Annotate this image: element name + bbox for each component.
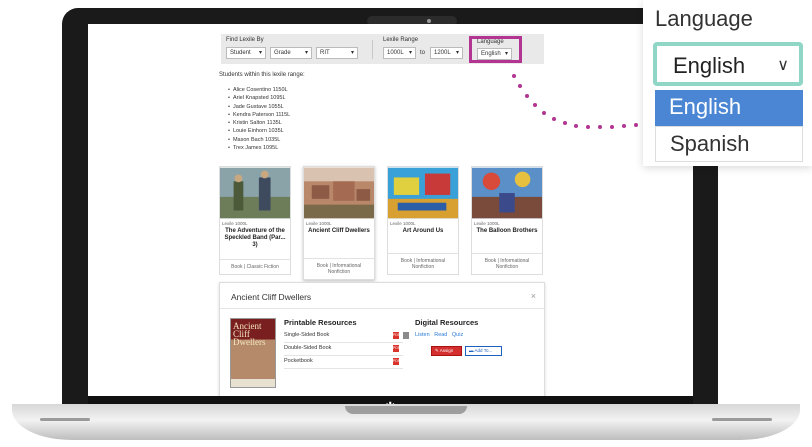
app-screen: Find Lexile By Student ▾ Grade ▾ RIT ▾ Lexi… — [88, 24, 693, 396]
lexile-level: Lexile 1000L — [306, 221, 332, 226]
book-detail-panel: Ancient Cliff Dwellers × Ancient Cliff D… — [219, 282, 545, 396]
book-cover-image — [388, 167, 458, 219]
book-title: The Balloon Brothers — [476, 228, 538, 234]
list-item: Ariel Knapsted 1095L — [228, 94, 290, 102]
read-link[interactable]: Read — [434, 332, 447, 338]
printable-pocketbook[interactable]: Pocketbook PDF — [284, 357, 403, 369]
book-type: Book | Informational Nonfiction — [472, 253, 542, 274]
book-title: The Adventure of the Speckled Band (Par.… — [224, 228, 286, 248]
chevron-down-icon: ▾ — [350, 50, 354, 56]
detail-title: Ancient Cliff Dwellers — [231, 292, 312, 302]
book-cover-image — [304, 167, 374, 219]
assign-button[interactable]: ✎ Assign — [431, 346, 462, 356]
book-card-selected[interactable]: Lexile 1000L Ancient Cliff Dwellers Book… — [303, 166, 375, 280]
list-item: Louie Einhorn 1035L — [228, 127, 290, 135]
printable-double-sided[interactable]: Double-Sided Book PDF — [284, 344, 403, 356]
camera-icon — [427, 19, 431, 23]
list-item: Alice Cosentino 1150L — [228, 86, 290, 94]
printable-resources-heading: Printable Resources — [284, 318, 357, 327]
speaker-grille — [40, 418, 90, 421]
product-screenshot: Find Lexile By Student ▾ Grade ▾ RIT ▾ Lexi… — [0, 0, 812, 447]
book-card[interactable]: Lexile 1000L The Balloon Brothers Book |… — [471, 166, 543, 275]
list-item: Jade Gustave 1055L — [228, 103, 290, 111]
add-to-button[interactable]: ▬ Add To... — [465, 346, 502, 356]
divider — [372, 40, 373, 59]
lexile-level: Lexile 1000L — [390, 221, 416, 226]
chevron-down-icon: ▾ — [304, 50, 308, 56]
divider — [220, 308, 544, 309]
printable-single-sided[interactable]: Single-Sided Book PDF — [284, 331, 409, 343]
listen-link[interactable]: Listen — [415, 332, 430, 338]
pdf-icon[interactable]: PDF — [393, 332, 400, 339]
chevron-down-icon: ▾ — [455, 50, 459, 56]
range-to-select[interactable]: 1200L ▾ — [430, 47, 463, 59]
lexile-range-label: Lexile Range — [383, 37, 419, 43]
book-type: Book | Informational Nonfiction — [388, 253, 458, 274]
chevron-down-icon: ▾ — [504, 51, 508, 57]
book-title: Art Around Us — [402, 228, 444, 234]
language-dropdown-zoom: Language English ∨ English Spanish — [643, 0, 812, 166]
language-option-spanish[interactable]: Spanish — [655, 126, 803, 162]
student-list: Alice Cosentino 1150L Ariel Knapsted 109… — [228, 86, 290, 152]
chevron-down-icon: ∨ — [777, 57, 789, 74]
book-cards: Lexile 1000L The Adventure of the Speckl… — [219, 166, 543, 280]
students-heading: Students within this lexile range: — [219, 72, 305, 78]
book-card[interactable]: Lexile 1000L Art Around Us Book | Inform… — [387, 166, 459, 275]
chevron-down-icon: ▾ — [408, 50, 412, 56]
lexile-level: Lexile 1000L — [222, 221, 248, 226]
quiz-link[interactable]: Quiz — [452, 332, 463, 338]
book-cover-image — [220, 167, 290, 219]
grade-select[interactable]: Grade ▾ — [270, 47, 312, 59]
book-title: Ancient Cliff Dwellers — [308, 228, 370, 234]
list-item: Kendra Paterson 1115L — [228, 111, 290, 119]
lexile-filter-bar: Find Lexile By Student ▾ Grade ▾ RIT ▾ Lexi… — [221, 34, 544, 64]
find-by-select[interactable]: Student ▾ — [226, 47, 266, 59]
cover-title: Ancient Cliff Dwellers — [233, 321, 266, 347]
range-to-label: to — [420, 50, 426, 56]
pdf-icon[interactable]: PDF — [393, 345, 400, 352]
chevron-down-icon: ▾ — [258, 50, 262, 56]
rit-select[interactable]: RIT ▾ — [316, 47, 358, 59]
pdf-icon[interactable]: PDF — [393, 358, 400, 365]
zoom-language-select[interactable]: English ∨ — [653, 42, 803, 86]
book-type: Book | Informational Nonfiction — [304, 258, 374, 279]
book-cover-large: Ancient Cliff Dwellers — [230, 318, 276, 388]
language-label: Language — [477, 39, 504, 45]
list-item: Trex James 1095L — [228, 144, 290, 152]
language-option-english[interactable]: English — [655, 90, 803, 126]
list-item: Mason Bach 1035L — [228, 136, 290, 144]
projector-icon[interactable] — [403, 332, 409, 339]
list-item: Kristin Salton 1135L — [228, 119, 290, 127]
close-icon[interactable]: × — [531, 291, 536, 301]
find-lexile-label: Find Lexile By — [226, 37, 264, 43]
digital-links: Listen Read Quiz — [415, 332, 466, 338]
laptop-notch — [345, 406, 467, 414]
book-card[interactable]: Lexile 1000L The Adventure of the Speckl… — [219, 166, 291, 275]
lexile-level: Lexile 1000L — [474, 221, 500, 226]
zoom-language-label: Language — [655, 6, 753, 31]
book-cover-image — [472, 167, 542, 219]
book-type: Book | Classic Fiction — [220, 259, 290, 274]
digital-resources-heading: Digital Resources — [415, 318, 479, 327]
speaker-grille — [712, 418, 772, 421]
range-from-select[interactable]: 1000L ▾ — [383, 47, 416, 59]
language-select[interactable]: English ▾ — [477, 48, 512, 60]
